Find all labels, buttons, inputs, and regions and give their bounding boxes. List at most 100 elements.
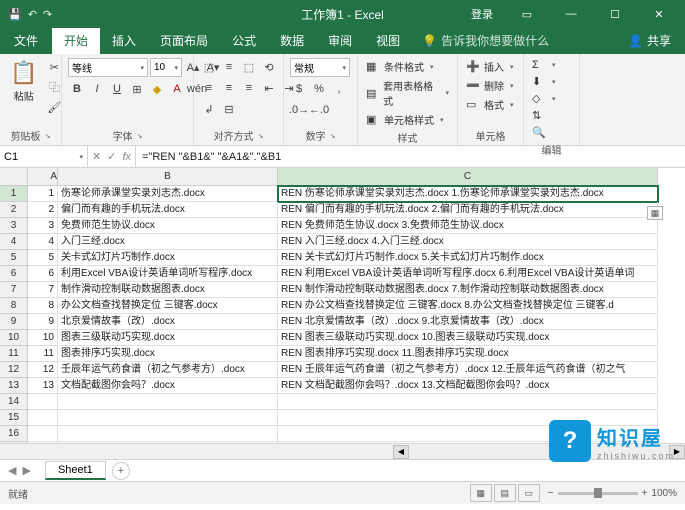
row-header[interactable]: 1	[0, 186, 28, 202]
fill-button[interactable]: ⬇▾	[530, 74, 558, 89]
cell[interactable]: 图表三级联动巧实现.docx	[58, 330, 278, 346]
align-left-icon[interactable]: ≡	[200, 79, 218, 97]
select-all-corner[interactable]	[0, 168, 28, 186]
percent-icon[interactable]: %	[310, 80, 328, 98]
scroll-right-icon[interactable]: ▶	[669, 445, 685, 459]
cell[interactable]: REN 关卡式幻灯片巧制作.docx 5.关卡式幻灯片巧制作.docx	[278, 250, 658, 266]
cell[interactable]	[58, 426, 278, 442]
cell[interactable]	[28, 394, 58, 410]
cell[interactable]: 4	[28, 234, 58, 250]
sheet-nav-next-icon[interactable]: ▶	[22, 464, 30, 477]
tab-formulas[interactable]: 公式	[220, 27, 268, 54]
cell[interactable]: 11	[28, 346, 58, 362]
copy-icon[interactable]: ⿻	[45, 78, 63, 96]
cell[interactable]: 伤寒论师承课堂实录刘志杰.docx	[58, 186, 278, 202]
cell[interactable]	[278, 394, 658, 410]
cell-styles-button[interactable]: ▣单元格样式▾	[364, 111, 451, 128]
cell[interactable]	[28, 410, 58, 426]
table-format-button[interactable]: ▤套用表格格式▾	[364, 77, 451, 109]
row-header[interactable]: 14	[0, 394, 28, 410]
font-color-button[interactable]: A	[168, 80, 186, 98]
wrap-text-icon[interactable]: ↲	[200, 100, 218, 118]
close-icon[interactable]: ✕	[641, 0, 677, 28]
border-button[interactable]: ⊞	[128, 80, 146, 98]
cell[interactable]: 10	[28, 330, 58, 346]
view-break-icon[interactable]: ▭	[518, 484, 540, 502]
cell[interactable]	[278, 426, 658, 442]
find-button[interactable]: 🔍	[530, 125, 558, 140]
cell[interactable]: 偏门而有趣的手机玩法.docx	[58, 202, 278, 218]
cell[interactable]: 7	[28, 282, 58, 298]
tab-home[interactable]: 开始	[52, 27, 100, 54]
row-header[interactable]: 4	[0, 234, 28, 250]
cell[interactable]: 办公文档查找替换定位 三键客.docx	[58, 298, 278, 314]
align-middle-icon[interactable]: ≡	[220, 58, 238, 76]
fx-icon[interactable]: fx	[122, 151, 131, 163]
cell[interactable]	[28, 426, 58, 442]
col-header-a[interactable]: A	[28, 168, 58, 186]
format-painter-icon[interactable]: 🖌	[45, 98, 63, 116]
cell[interactable]: REN 办公文档查找替换定位 三键客.docx 8.办公文档查找替换定位 三键客…	[278, 298, 658, 314]
merge-icon[interactable]: ⊟	[220, 100, 238, 118]
conditional-format-button[interactable]: ▦条件格式▾	[364, 58, 451, 75]
row-header[interactable]: 12	[0, 362, 28, 378]
row-header[interactable]: 11	[0, 346, 28, 362]
cell[interactable]: REN 伤寒论师承课堂实录刘志杰.docx 1.伤寒论师承课堂实录刘志杰.doc…	[278, 186, 658, 202]
col-header-b[interactable]: B	[58, 168, 278, 186]
scroll-left-icon[interactable]: ◀	[393, 445, 409, 459]
zoom-slider[interactable]	[558, 492, 638, 495]
cell[interactable]: 免费师范生协议.docx	[58, 218, 278, 234]
row-header[interactable]: 9	[0, 314, 28, 330]
undo-icon[interactable]: ↶	[28, 8, 37, 21]
italic-button[interactable]: I	[88, 80, 106, 98]
sort-filter-button[interactable]: ⇅	[530, 108, 558, 123]
cell-area[interactable]: 1伤寒论师承课堂实录刘志杰.docxREN 伤寒论师承课堂实录刘志杰.docx …	[28, 186, 658, 458]
cancel-formula-icon[interactable]: ✕	[92, 150, 101, 163]
cell[interactable]: 6	[28, 266, 58, 282]
sheet-tab-1[interactable]: Sheet1	[45, 461, 106, 480]
cell[interactable]	[58, 410, 278, 426]
ribbon-options-icon[interactable]: ▭	[509, 0, 545, 28]
cell[interactable]: 1	[28, 186, 58, 202]
cell[interactable]: REN 偏门而有趣的手机玩法.docx 2.偏门而有趣的手机玩法.docx	[278, 202, 658, 218]
cell[interactable]: 12	[28, 362, 58, 378]
cell[interactable]: REN 文档配截图你会吗？.docx 13.文档配截图你会吗？.docx	[278, 378, 658, 394]
tab-file[interactable]: 文件	[0, 27, 52, 54]
cell[interactable]: REN 图表排序巧实现.docx 11.图表排序巧实现.docx	[278, 346, 658, 362]
font-size-select[interactable]: 10▾	[150, 58, 182, 77]
cell[interactable]: 5	[28, 250, 58, 266]
indent-icon[interactable]: ⇤	[260, 79, 278, 97]
maximize-icon[interactable]: ☐	[597, 0, 633, 28]
row-header[interactable]: 16	[0, 426, 28, 442]
cell[interactable]: 9	[28, 314, 58, 330]
fill-color-button[interactable]: ◆	[148, 80, 166, 98]
orientation-icon[interactable]: ⟲	[260, 58, 278, 76]
formula-input[interactable]: ="REN "&B1&" "&A1&"."&B1	[136, 146, 685, 167]
cell[interactable]: 2	[28, 202, 58, 218]
delete-cells-button[interactable]: ➖删除▾	[464, 77, 516, 94]
tab-data[interactable]: 数据	[268, 27, 316, 54]
row-header[interactable]: 5	[0, 250, 28, 266]
cell[interactable]: 利用Excel VBA设计英语单词听写程序.docx	[58, 266, 278, 282]
row-header[interactable]: 8	[0, 298, 28, 314]
autosum-button[interactable]: Σ▾	[530, 58, 558, 72]
cell[interactable]: REN 北京爱情故事（改）.docx 9.北京爱情故事（改）.docx	[278, 314, 658, 330]
cell[interactable]: 3	[28, 218, 58, 234]
clear-button[interactable]: ◇▾	[530, 91, 558, 106]
cell[interactable]: 图表排序巧实现.docx	[58, 346, 278, 362]
cell[interactable]: 8	[28, 298, 58, 314]
underline-button[interactable]: U	[108, 80, 126, 98]
autofill-options-icon[interactable]: ▦	[647, 206, 663, 220]
save-icon[interactable]: 💾	[8, 8, 22, 21]
cell[interactable]: 关卡式幻灯片巧制作.docx	[58, 250, 278, 266]
comma-icon[interactable]: ,	[330, 80, 348, 98]
tell-me-search[interactable]: 💡告诉我你想要做什么	[412, 27, 559, 54]
cell[interactable]: REN 入门三经.docx 4.入门三经.docx	[278, 234, 658, 250]
row-header[interactable]: 15	[0, 410, 28, 426]
tab-view[interactable]: 视图	[364, 27, 412, 54]
view-page-icon[interactable]: ▤	[494, 484, 516, 502]
login-button[interactable]: 登录	[463, 4, 501, 24]
view-normal-icon[interactable]: ▦	[470, 484, 492, 502]
row-header[interactable]: 7	[0, 282, 28, 298]
tab-review[interactable]: 审阅	[316, 27, 364, 54]
